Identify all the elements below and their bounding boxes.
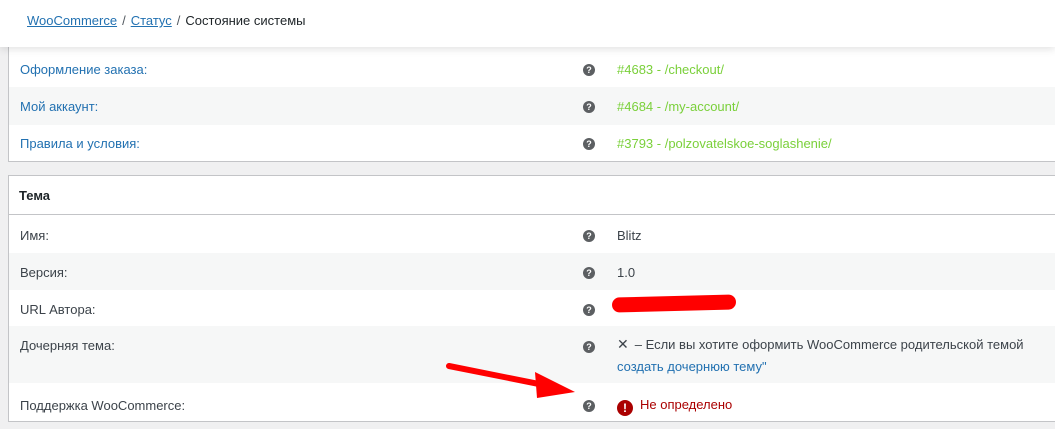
help-icon[interactable]: ? [583,304,595,316]
breadcrumb-woocommerce-link[interactable]: WooCommerce [27,13,117,28]
checkout-page-value: #4683 - /checkout/ [617,62,724,77]
support-status-text: Не определено [640,397,733,412]
my-account-page-value: #4684 - /my-account/ [617,99,740,114]
help-icon[interactable]: ? [583,341,595,353]
child-theme-message: ✕ – Если вы хотите оформить WooCommerce р… [617,336,1024,353]
pages-table: Оформление заказа: ? #4683 - /checkout/ … [8,46,1055,162]
help-icon[interactable]: ? [583,101,595,113]
table-row: Имя: ? Blitz [9,215,1055,253]
woocommerce-support-value: ! Не определено [617,397,732,416]
checkout-page-label: Оформление заказа: [20,62,148,77]
theme-heading: Тема [19,188,51,203]
table-row: Мой аккаунт: ? #4684 - /my-account/ [9,87,1055,125]
table-row: Оформление заказа: ? #4683 - /checkout/ [9,47,1055,87]
woocommerce-support-label: Поддержка WooCommerce: [20,398,186,413]
table-row: Правила и условия: ? #3793 - /polzovatel… [9,125,1055,161]
table-row: Версия: ? 1.0 [9,253,1055,290]
breadcrumb: WooCommerce / Статус / Состояние системы [27,13,305,29]
child-theme-label: Дочерняя тема: [20,338,115,353]
theme-table-header: Тема [9,176,1055,215]
breadcrumb-current: Состояние системы [185,13,306,28]
create-child-theme-link[interactable]: создать дочернюю тему" [617,359,767,375]
theme-version-value: 1.0 [617,265,636,280]
theme-version-label: Версия: [20,265,68,280]
red-arrow-annotation [446,363,575,398]
child-theme-text: – Если вы хотите оформить WooCommerce ро… [634,337,1024,352]
help-icon[interactable]: ? [583,230,595,242]
top-bar: WooCommerce / Статус / Состояние системы [0,0,1055,47]
breadcrumb-separator: / [122,13,126,28]
theme-name-label: Имя: [20,228,49,243]
my-account-page-label: Мой аккаунт: [20,99,99,114]
table-row: URL Автора: ? [9,290,1055,326]
breadcrumb-status-link[interactable]: Статус [131,13,172,28]
help-icon[interactable]: ? [583,64,595,76]
author-url-label: URL Автора: [20,302,96,317]
close-icon: ✕ [617,336,629,352]
breadcrumb-separator: / [176,13,181,28]
help-icon[interactable]: ? [583,267,595,279]
terms-page-value: #3793 - /polzovatelskoe-soglashenie/ [617,136,832,151]
error-icon: ! [617,400,633,416]
terms-page-label: Правила и условия: [20,136,140,151]
help-icon[interactable]: ? [583,138,595,150]
theme-name-value: Blitz [617,228,642,243]
